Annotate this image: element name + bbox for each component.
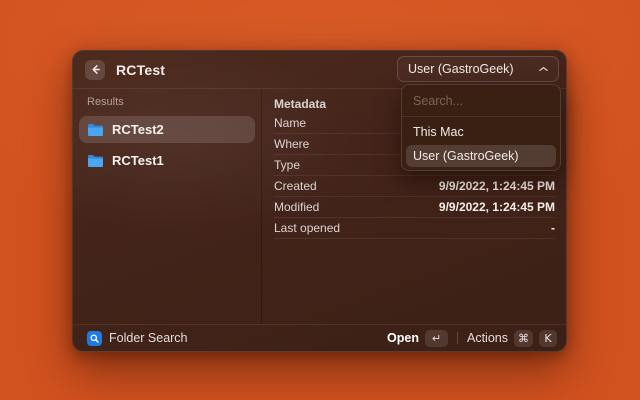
footer-divider (457, 332, 458, 344)
folder-search-window: RCTest User (GastroGeek) Results (72, 50, 567, 352)
scope-dropdown-popover: This Mac User (GastroGeek) (401, 84, 561, 171)
window-footer: Folder Search Open ↵ Actions ⌘ K (73, 324, 566, 351)
metadata-label: Created (274, 179, 317, 193)
dropdown-option-user-gastrogeek[interactable]: User (GastroGeek) (406, 145, 556, 167)
open-action-label[interactable]: Open (387, 331, 419, 345)
k-key-icon[interactable]: K (539, 330, 557, 347)
result-item-rctest2[interactable]: RCTest2 (79, 116, 255, 143)
scope-dropdown-value: User (GastroGeek) (408, 62, 514, 76)
footer-left: Folder Search (87, 331, 188, 346)
metadata-label: Type (274, 158, 300, 172)
dropdown-option-this-mac[interactable]: This Mac (406, 121, 556, 143)
metadata-label: Modified (274, 200, 319, 214)
command-key-icon[interactable]: ⌘ (514, 330, 533, 347)
dropdown-options: This Mac User (GastroGeek) (402, 117, 560, 171)
metadata-value: - (551, 221, 555, 235)
result-item-rctest1[interactable]: RCTest1 (79, 147, 255, 174)
dropdown-search-field[interactable] (402, 85, 560, 117)
metadata-value: 9/9/2022, 1:24:45 PM (439, 200, 555, 214)
metadata-label: Where (274, 137, 309, 151)
search-icon (87, 331, 102, 346)
dropdown-search-input[interactable] (413, 94, 549, 108)
result-item-label: RCTest2 (112, 122, 164, 137)
command-name-label: Folder Search (109, 331, 188, 345)
arrow-left-icon (90, 64, 101, 75)
back-button[interactable] (85, 60, 105, 80)
metadata-label: Last opened (274, 221, 340, 235)
results-section-label: Results (73, 96, 261, 108)
scope-dropdown-button[interactable]: User (GastroGeek) (397, 56, 559, 82)
page-title: RCTest (116, 62, 165, 78)
chevron-up-icon (539, 66, 548, 72)
results-pane: Results RCTest2 RCTest1 (73, 89, 262, 324)
metadata-label: Name (274, 116, 306, 130)
metadata-value: 9/9/2022, 1:24:45 PM (439, 179, 555, 193)
metadata-row-created: Created 9/9/2022, 1:24:45 PM (274, 176, 555, 197)
footer-right: Open ↵ Actions ⌘ K (387, 330, 557, 347)
actions-button[interactable]: Actions (467, 331, 508, 345)
result-item-label: RCTest1 (112, 153, 164, 168)
folder-icon (87, 123, 104, 137)
return-key-icon[interactable]: ↵ (425, 330, 448, 347)
metadata-row-last-opened: Last opened - (274, 218, 555, 239)
folder-icon (87, 154, 104, 168)
metadata-row-modified: Modified 9/9/2022, 1:24:45 PM (274, 197, 555, 218)
